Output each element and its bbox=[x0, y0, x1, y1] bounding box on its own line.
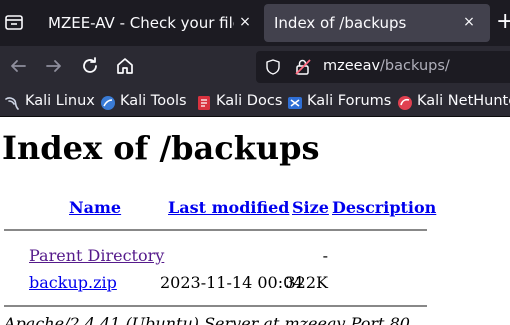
bookmark-label: Kali Docs bbox=[216, 93, 283, 109]
address-bar[interactable]: mzeeav/backups/ bbox=[256, 51, 510, 83]
tab-list-icon[interactable] bbox=[4, 12, 24, 32]
kali-nethunter-icon bbox=[397, 95, 413, 111]
kali-docs-icon bbox=[196, 95, 212, 111]
server-signature: Apache/2.4.41 (Ubuntu) Server at mzeeav … bbox=[4, 314, 410, 325]
bookmark-label: Kali Linux bbox=[25, 93, 95, 109]
divider bbox=[4, 229, 427, 231]
home-icon[interactable] bbox=[114, 55, 136, 77]
forward-arrow-icon[interactable] bbox=[43, 55, 65, 77]
new-tab-icon[interactable]: + bbox=[496, 10, 510, 34]
column-header-size[interactable]: Size bbox=[292, 198, 329, 217]
page-content: Index of /backups Name Last modified Siz… bbox=[0, 118, 510, 325]
table-row: backup.zip 2023-11-14 00:04 322K bbox=[0, 273, 510, 295]
bookmark-label: Kali Forums bbox=[307, 93, 392, 109]
url-text: mzeeav/backups/ bbox=[323, 58, 450, 74]
parent-directory-link[interactable]: Parent Directory bbox=[29, 246, 164, 265]
file-link-backup-zip[interactable]: backup.zip bbox=[29, 273, 117, 292]
tab-title: MZEE-AV - Check your files bbox=[48, 14, 234, 32]
bookmarks-toolbar: Kali Linux Kali Tools Kali Docs Kali For… bbox=[0, 87, 510, 117]
url-host: mzeeav bbox=[323, 58, 381, 74]
bookmark-label: Kali NetHunter bbox=[417, 93, 510, 109]
tab-mzee-av[interactable]: MZEE-AV - Check your files × bbox=[38, 4, 260, 42]
tab-index-of-backups[interactable]: Index of /backups × bbox=[264, 4, 490, 42]
back-arrow-icon[interactable] bbox=[7, 55, 29, 77]
column-header-name[interactable]: Name bbox=[69, 198, 121, 217]
url-path: /backups/ bbox=[380, 58, 450, 74]
kali-dragon-icon bbox=[5, 95, 21, 111]
tab-title: Index of /backups bbox=[274, 14, 407, 32]
size-cell: - bbox=[322, 246, 328, 265]
tab-bar: MZEE-AV - Check your files × Index of /b… bbox=[0, 0, 510, 46]
divider bbox=[4, 305, 427, 307]
navigation-toolbar: mzeeav/backups/ bbox=[0, 46, 510, 87]
page-title: Index of /backups bbox=[2, 129, 320, 167]
close-icon[interactable]: × bbox=[236, 13, 254, 31]
table-row: Parent Directory - bbox=[0, 246, 510, 268]
kali-tools-icon bbox=[100, 95, 116, 111]
kali-forums-icon bbox=[287, 95, 303, 111]
size-cell: 322K bbox=[285, 273, 329, 292]
tracking-protection-shield-icon[interactable] bbox=[265, 59, 281, 75]
reload-icon[interactable] bbox=[79, 55, 101, 77]
close-icon[interactable]: × bbox=[460, 13, 478, 31]
column-header-last-modified[interactable]: Last modified bbox=[168, 198, 289, 217]
insecure-lock-icon[interactable] bbox=[294, 58, 312, 76]
column-header-description[interactable]: Description bbox=[332, 198, 436, 217]
bookmark-label: Kali Tools bbox=[120, 93, 187, 109]
